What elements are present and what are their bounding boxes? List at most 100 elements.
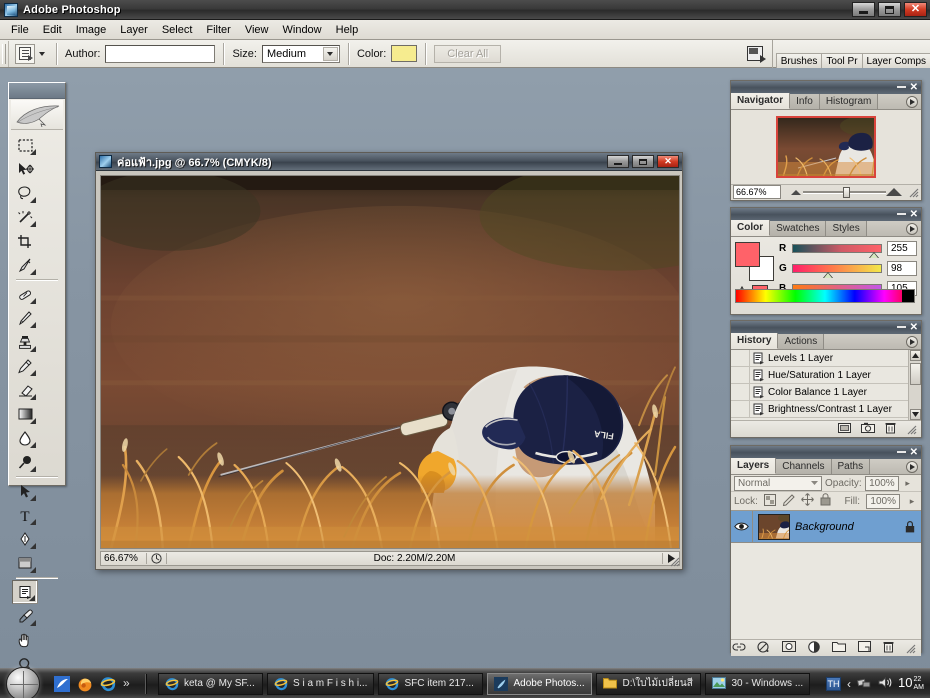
note-color-swatch[interactable] — [391, 45, 418, 62]
taskbar-item[interactable]: keta @ My SF... — [158, 672, 263, 695]
more-chevron-icon[interactable]: » — [123, 676, 139, 692]
menu-file[interactable]: File — [4, 22, 36, 38]
tab-styles[interactable]: Styles — [826, 221, 867, 236]
layers-palette-menu-icon[interactable] — [906, 461, 918, 473]
scroll-down-icon[interactable] — [910, 409, 921, 420]
well-tab-brushes[interactable]: Brushes — [775, 52, 823, 68]
scrollbar-thumb[interactable] — [910, 363, 921, 385]
tab-navigator[interactable]: Navigator — [731, 93, 791, 109]
history-state-row[interactable]: Brightness/Contrast 1 Layer — [731, 400, 921, 418]
language-bar-icon[interactable]: TH — [826, 676, 842, 691]
color-spectrum-ramp[interactable] — [735, 289, 915, 303]
document-zoom-level[interactable]: 66.67% — [101, 553, 147, 564]
history-state-row[interactable]: Levels 1 Layer — [731, 350, 921, 367]
menu-select[interactable]: Select — [155, 22, 200, 38]
firefox-icon[interactable] — [77, 676, 93, 692]
internet-explorer-icon[interactable] — [100, 676, 116, 692]
minimize-icon[interactable] — [896, 450, 906, 453]
layer-thumbnail[interactable] — [758, 513, 790, 540]
new-layer-icon[interactable] — [857, 641, 871, 655]
chevron-down-icon[interactable] — [35, 44, 48, 64]
lock-image-pixels-icon[interactable] — [782, 493, 795, 509]
taskbar-item[interactable]: D:\ใบไม้เปลี่ยนสี — [596, 672, 702, 695]
tab-info[interactable]: Info — [790, 94, 820, 109]
rectangle-tool[interactable] — [12, 551, 38, 575]
document-restore-button[interactable] — [632, 155, 654, 168]
close-icon[interactable]: ✕ — [910, 322, 918, 333]
resize-grip[interactable] — [669, 556, 680, 567]
show-desktop-icon[interactable] — [54, 675, 70, 692]
color-palette-menu-icon[interactable] — [906, 223, 918, 235]
magic-wand-tool[interactable] — [12, 205, 38, 229]
menu-help[interactable]: Help — [329, 22, 366, 38]
eyedropper-tool[interactable] — [12, 604, 38, 628]
close-icon[interactable]: ✕ — [910, 447, 918, 458]
gradient-tool[interactable] — [12, 402, 38, 426]
layers-resize-grip[interactable] — [905, 643, 916, 654]
tray-chevron-icon[interactable]: ‹ — [847, 677, 851, 691]
menu-image[interactable]: Image — [69, 22, 114, 38]
tab-channels[interactable]: Channels — [776, 459, 832, 474]
well-tab-tool-presets[interactable]: Tool Pr — [821, 52, 863, 68]
channel-value-r[interactable]: 255 — [887, 241, 917, 256]
minimize-icon[interactable] — [896, 212, 906, 215]
history-snapshot-checkbox[interactable] — [731, 366, 750, 384]
healing-brush-tool[interactable] — [12, 282, 38, 306]
tab-paths[interactable]: Paths — [831, 459, 871, 474]
volume-icon[interactable] — [878, 676, 892, 692]
fill-value[interactable]: 100% — [866, 493, 900, 509]
history-state-list[interactable]: Levels 1 Layer Hue/Saturation 1 Layer Co… — [731, 350, 921, 420]
lock-transparent-pixels-icon[interactable] — [763, 493, 776, 509]
color-foreground-swatch[interactable] — [735, 242, 760, 267]
layer-visibility-toggle[interactable] — [731, 510, 753, 543]
minimize-icon[interactable] — [896, 85, 906, 88]
author-input[interactable] — [105, 44, 216, 63]
new-snapshot-icon[interactable] — [861, 422, 875, 437]
zoom-slider-knob[interactable] — [843, 186, 851, 198]
history-snapshot-checkbox[interactable] — [731, 350, 750, 367]
history-brush-tool[interactable] — [12, 354, 38, 378]
tab-history[interactable]: History — [731, 333, 779, 349]
minimize-icon[interactable] — [896, 325, 906, 328]
fill-slider-arrow-icon[interactable]: ▸ — [906, 494, 918, 509]
chevron-down-icon[interactable] — [322, 46, 338, 61]
menu-edit[interactable]: Edit — [36, 22, 69, 38]
chevron-down-icon[interactable] — [808, 478, 820, 489]
navigator-resize-grip[interactable] — [908, 187, 919, 198]
tab-color[interactable]: Color — [731, 220, 771, 236]
close-icon[interactable]: ✕ — [910, 209, 918, 220]
opacity-value[interactable]: 100% — [864, 475, 899, 491]
history-snapshot-checkbox[interactable] — [731, 400, 750, 418]
layer-row-background[interactable]: Background — [731, 510, 921, 543]
status-preview-icon[interactable] — [147, 553, 167, 564]
new-group-icon[interactable] — [832, 641, 847, 655]
tab-layers[interactable]: Layers — [731, 458, 777, 474]
rectangular-marquee-tool[interactable] — [12, 133, 38, 157]
clear-all-button[interactable]: Clear All — [434, 44, 502, 63]
delete-layer-icon[interactable] — [883, 641, 894, 656]
size-dropdown[interactable]: Medium — [261, 44, 340, 63]
lock-position-icon[interactable] — [801, 493, 814, 509]
menu-view[interactable]: View — [238, 22, 276, 38]
opacity-slider-arrow-icon[interactable]: ▸ — [902, 476, 914, 491]
path-selection-tool[interactable] — [12, 479, 38, 503]
network-icon[interactable] — [856, 676, 872, 692]
type-tool[interactable]: T — [12, 503, 38, 527]
taskbar-item[interactable]: 30 - Windows ... — [705, 672, 811, 695]
navigator-zoom-slider[interactable] — [789, 185, 902, 199]
layer-mask-icon[interactable] — [782, 641, 797, 655]
document-canvas[interactable]: FILA — [100, 175, 680, 549]
toolbox-title-bar[interactable] — [9, 83, 65, 99]
taskbar-item-active[interactable]: Adobe Photos... — [487, 672, 593, 695]
hand-tool[interactable] — [12, 628, 38, 652]
menu-filter[interactable]: Filter — [199, 22, 237, 38]
document-close-button[interactable]: ✕ — [657, 155, 679, 168]
file-browser-icon[interactable] — [744, 43, 766, 65]
dodge-tool[interactable] — [12, 450, 38, 474]
menu-layer[interactable]: Layer — [113, 22, 155, 38]
channel-slider-r[interactable] — [792, 244, 882, 258]
close-icon[interactable]: ✕ — [910, 82, 918, 93]
history-snapshot-checkbox[interactable] — [731, 383, 750, 401]
menu-window[interactable]: Window — [276, 22, 329, 38]
layer-style-icon[interactable] — [757, 640, 770, 656]
